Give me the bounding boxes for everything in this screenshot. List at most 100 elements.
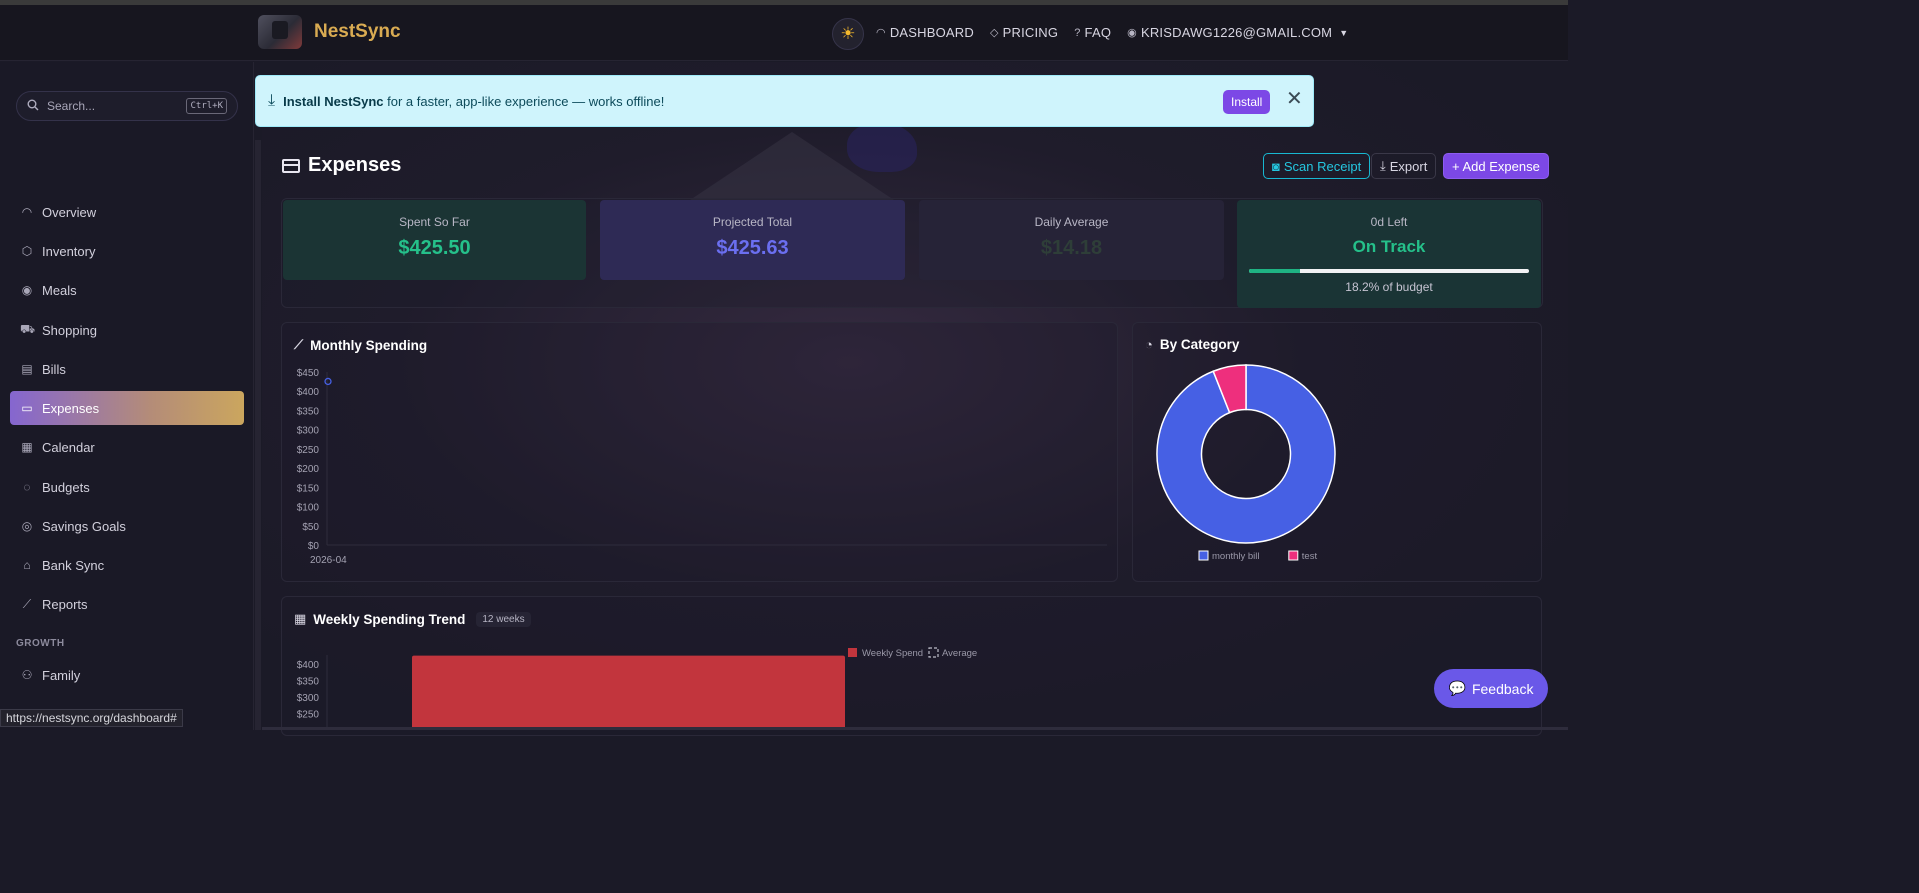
panel-title: ▦ Weekly Spending Trend 12 weeks	[294, 611, 531, 627]
sidebar-item-meals[interactable]: ◉ Meals	[10, 273, 244, 307]
budget-percent-text: 18.2% of budget	[1345, 280, 1433, 294]
banner-text: Install NestSync for a faster, app-like …	[283, 94, 664, 109]
data-point	[324, 377, 332, 386]
sidebar-item-reports[interactable]: ⟋ Reports	[10, 587, 244, 621]
sidebar-item-bank-sync[interactable]: ⌂ Bank Sync	[10, 548, 244, 582]
y-tick-label: $250	[297, 445, 320, 456]
nav-link-label: DASHBOARD	[889, 25, 974, 40]
receipt-icon: ▤	[21, 362, 33, 376]
banner-bold: Install NestSync	[283, 93, 384, 109]
sidebar-item-calendar[interactable]: ▦ Calendar	[10, 430, 244, 464]
legend-label: monthly bill	[1212, 551, 1260, 562]
nav-link-dashboard[interactable]: ◠ DASHBOARD	[876, 25, 974, 40]
chart-line-icon: ⟋	[294, 337, 304, 352]
stat-projected-total: Projected Total $425.63	[600, 200, 905, 280]
sidebar-item-expenses[interactable]: ▭ Expenses	[10, 391, 244, 425]
page-title-text: Expenses	[308, 154, 402, 176]
sidebar-search-input[interactable]: Search... Ctrl+K	[16, 91, 238, 121]
calendar-icon: ▦	[21, 440, 33, 454]
y-tick-label: $100	[297, 503, 320, 514]
search-placeholder: Search...	[47, 99, 96, 113]
weekly-bar	[412, 655, 845, 730]
nav-links: ◠ DASHBOARD ◇ PRICING ? FAQ ◉ KRISDAWG12…	[876, 25, 1348, 40]
brand[interactable]: NestSync	[258, 15, 401, 49]
sidebar-item-label: Shopping	[42, 322, 97, 338]
search-icon	[27, 99, 39, 114]
sidebar-item-family[interactable]: ⚇ Family	[10, 658, 244, 692]
stat-value: $425.50	[398, 237, 471, 259]
export-button[interactable]: ⤓ Export	[1371, 153, 1437, 179]
y-tick-label: $450	[297, 368, 320, 379]
export-label: Export	[1389, 158, 1428, 174]
top-navbar: NestSync ☀ ◠ DASHBOARD ◇ PRICING ? FAQ ◉…	[0, 5, 1568, 61]
sidebar-item-label: Savings Goals	[42, 518, 126, 534]
category-donut-chart: monthly bill test	[1156, 364, 1336, 562]
sidebar-item-budgets[interactable]: ◌ Budgets	[10, 470, 244, 504]
sidebar-item-savings-goals[interactable]: ◎ Savings Goals	[10, 509, 244, 543]
y-tick-label: $250	[297, 710, 320, 721]
sidebar-item-label: Budgets	[42, 479, 90, 495]
camera-icon: ◙	[1272, 158, 1280, 174]
download-icon: ⤓	[268, 92, 276, 109]
feedback-button[interactable]: 💬 Feedback	[1434, 669, 1548, 708]
scan-receipt-label: Scan Receipt	[1283, 158, 1362, 174]
box-icon: ⬡	[21, 244, 33, 258]
install-banner: ⤓ Install NestSync for a faster, app-lik…	[255, 75, 1314, 127]
caret-down-icon: ▼	[1339, 27, 1349, 38]
stat-label: Spent So Far	[399, 215, 470, 229]
theme-toggle-button[interactable]: ☀	[832, 18, 864, 50]
credit-card-icon	[282, 158, 300, 173]
nav-link-label: PRICING	[1002, 25, 1059, 40]
horizontal-scrollbar[interactable]	[262, 727, 1568, 730]
add-expense-button[interactable]: + Add Expense	[1443, 153, 1549, 179]
nav-link-faq[interactable]: ? FAQ	[1074, 25, 1111, 40]
stat-value: $425.63	[716, 237, 789, 259]
budget-progress-fill	[1249, 269, 1300, 273]
question-icon: ?	[1074, 26, 1081, 39]
y-tick-label: $50	[302, 522, 319, 533]
bird-illustration	[847, 122, 917, 172]
sidebar-item-bills[interactable]: ▤ Bills	[10, 352, 244, 386]
sidebar-item-overview[interactable]: ◠ Overview	[10, 195, 244, 229]
legend-swatch-weekly	[848, 648, 857, 657]
cart-icon: ⛟	[20, 322, 36, 336]
y-tick-label: $300	[297, 693, 320, 704]
gauge-icon: ◠	[876, 27, 886, 39]
credit-card-icon: ▭	[21, 401, 33, 415]
close-icon[interactable]: ✕	[1286, 86, 1303, 111]
panel-title: ⟋ Monthly Spending	[294, 337, 427, 353]
calendar-week-icon: ▦	[294, 611, 307, 626]
stat-label: Projected Total	[712, 215, 793, 229]
browser-status-url: https://nestsync.org/dashboard#	[0, 709, 183, 727]
install-button[interactable]: Install	[1223, 90, 1271, 114]
panel-title-text: Weekly Spending Trend	[313, 611, 466, 627]
nav-link-pricing[interactable]: ◇ PRICING	[990, 25, 1058, 40]
panel-title: ◔ By Category	[1145, 337, 1239, 352]
user-menu-dropdown[interactable]: ◉ KRISDAWG1226@GMAIL.COM ▼	[1127, 25, 1348, 40]
scan-receipt-button[interactable]: ◙ Scan Receipt	[1263, 153, 1371, 179]
sun-icon: ☀	[840, 24, 856, 43]
sidebar-item-shopping[interactable]: ⛟ Shopping	[10, 313, 244, 347]
meals-icon: ◉	[21, 283, 33, 297]
sidebar-scrollbar[interactable]	[255, 140, 261, 730]
chat-icon: 💬	[1448, 680, 1466, 696]
sidebar-item-inventory[interactable]: ⬡ Inventory	[10, 234, 244, 268]
sidebar-item-label: Family	[42, 667, 81, 683]
stat-label: 0d Left	[1370, 215, 1408, 229]
nav-link-label: FAQ	[1084, 25, 1112, 40]
y-tick-label: $150	[297, 483, 320, 494]
bank-icon: ⌂	[23, 558, 31, 572]
sidebar-item-label: Bank Sync	[42, 557, 105, 573]
y-tick-label: $350	[297, 406, 320, 417]
sidebar-item-label: Overview	[42, 204, 97, 220]
stat-value: $14.18	[1040, 237, 1103, 259]
stat-daily-average: Daily Average $14.18	[919, 200, 1224, 280]
stat-label: Daily Average	[1034, 215, 1109, 229]
legend-label: Average	[942, 648, 977, 659]
page-title: Expenses	[282, 154, 401, 177]
chart-pie-icon: ◔	[1145, 337, 1153, 352]
panel-title-text: Monthly Spending	[310, 337, 428, 353]
weekly-spending-chart: $250 $300 $350 $400 Weekly Spend Average	[297, 647, 1230, 730]
y-tick-label: $200	[297, 464, 320, 475]
stat-spent-so-far: Spent So Far $425.50	[283, 200, 586, 280]
